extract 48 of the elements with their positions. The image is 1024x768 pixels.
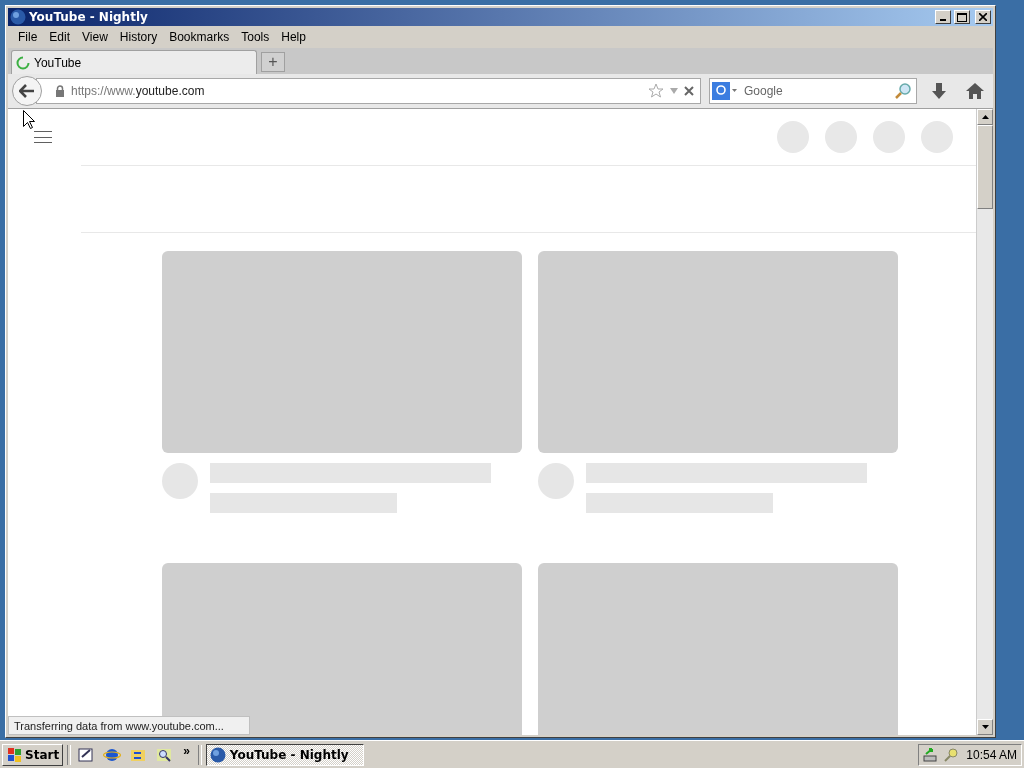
download-arrow-icon [932,83,946,99]
window-title: YouTube - Nightly [29,10,149,24]
bookmark-star-icon[interactable] [648,83,664,99]
tab-title: YouTube [34,55,82,70]
menu-item[interactable]: History [113,28,164,46]
maximize-button[interactable] [954,10,970,24]
maximize-icon [957,12,967,22]
search-engine-icon[interactable] [712,82,738,100]
menu-item[interactable]: Help [275,28,312,46]
menu-item[interactable]: Bookmarks [163,28,236,46]
close-button[interactable] [975,10,991,24]
network-icon[interactable] [923,746,939,763]
search-field[interactable]: Google [709,78,917,104]
minimize-button[interactable] [935,10,951,24]
avatar-placeholder [162,463,198,499]
address-field[interactable]: https://www.youtube.com [36,78,701,104]
close-icon [979,13,987,21]
menu-item[interactable]: Tools [235,28,276,46]
home-icon [966,83,984,99]
scrollbar[interactable] [976,109,993,735]
browser-tab[interactable]: YouTube [11,50,257,74]
menu-icon[interactable] [34,131,52,143]
menu-item[interactable]: File [12,28,44,46]
scroll-up-button[interactable] [977,109,993,125]
scroll-thumb[interactable] [977,125,993,209]
back-arrow-icon [19,84,35,98]
up-arrow-icon [981,115,989,119]
new-tab-button[interactable]: + [261,52,285,72]
magnifier-icon [156,746,173,763]
taskbar-button[interactable]: YouTube - Nightly [205,743,364,766]
start-button[interactable]: Start [2,743,64,766]
menu-item[interactable]: View [76,28,114,46]
globe-icon [10,9,26,25]
more-shortcuts-button[interactable]: » [179,743,194,758]
key-icon[interactable] [943,746,959,763]
status-text: Transferring data from www.youtube.com... [8,716,250,735]
search-icon[interactable] [894,82,912,100]
back-button[interactable] [12,76,42,106]
notepad-icon [78,746,95,763]
menu-item[interactable]: Edit [43,28,77,46]
globe-icon [209,746,226,763]
down-arrow-icon [981,725,989,729]
scroll-down-button[interactable] [977,719,993,735]
stop-icon[interactable] [684,86,694,96]
globe-icon [103,746,122,763]
avatar-placeholder [538,463,574,499]
windows-logo-icon [6,747,22,762]
clock: 10:54 AM [966,747,1017,762]
